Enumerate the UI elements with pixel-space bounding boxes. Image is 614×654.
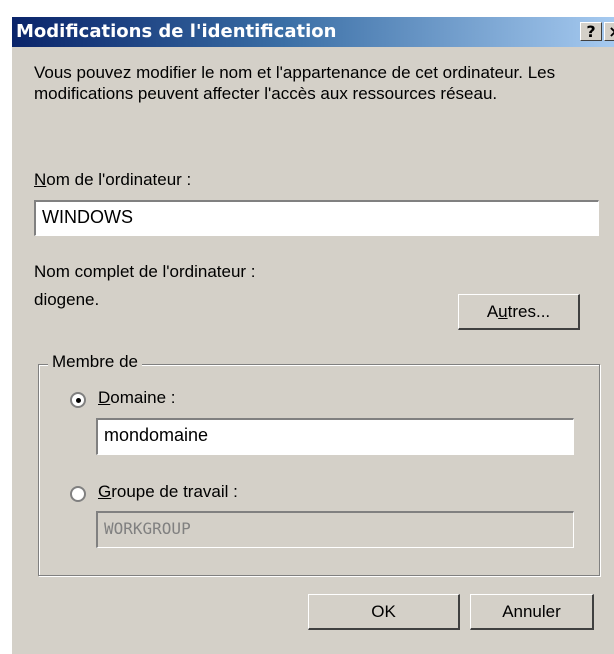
dialog-title: Modifications de l'identification <box>16 21 337 42</box>
domain-label: Domaine : <box>98 388 176 407</box>
domain-input[interactable]: mondomaine <box>95 417 575 456</box>
radio-selected-dot <box>76 398 81 403</box>
computer-name-input[interactable]: WINDOWS <box>33 199 600 237</box>
full-name-value: diogene. <box>34 290 100 309</box>
help-icon: ? <box>586 22 596 41</box>
help-button[interactable]: ? <box>580 22 602 41</box>
description-text: Vous pouvez modifier le nom et l'apparte… <box>34 63 556 103</box>
member-of-legend: Membre de <box>48 352 142 372</box>
domain-value: mondomaine <box>104 425 209 445</box>
close-icon: × <box>608 22 614 41</box>
workgroup-label: Groupe de travail : <box>98 482 238 501</box>
computer-name-label: Nom de l'ordinateur : <box>34 170 192 189</box>
ok-button[interactable]: OK <box>308 594 460 630</box>
more-button[interactable]: Autres... <box>458 294 580 330</box>
domain-radio[interactable] <box>70 392 86 408</box>
cancel-button[interactable]: Annuler <box>470 594 594 630</box>
workgroup-value: WORKGROUP <box>104 519 191 538</box>
computer-name-value: WINDOWS <box>42 207 133 227</box>
page-top-edge <box>0 0 614 17</box>
close-button[interactable]: × <box>604 22 614 41</box>
full-name-label: Nom complet de l'ordinateur : <box>34 262 256 281</box>
workgroup-radio[interactable] <box>70 486 86 502</box>
workgroup-input[interactable]: WORKGROUP <box>95 510 575 549</box>
title-bar[interactable]: Modifications de l'identification ? × <box>12 17 614 47</box>
page-left-edge <box>0 0 12 654</box>
